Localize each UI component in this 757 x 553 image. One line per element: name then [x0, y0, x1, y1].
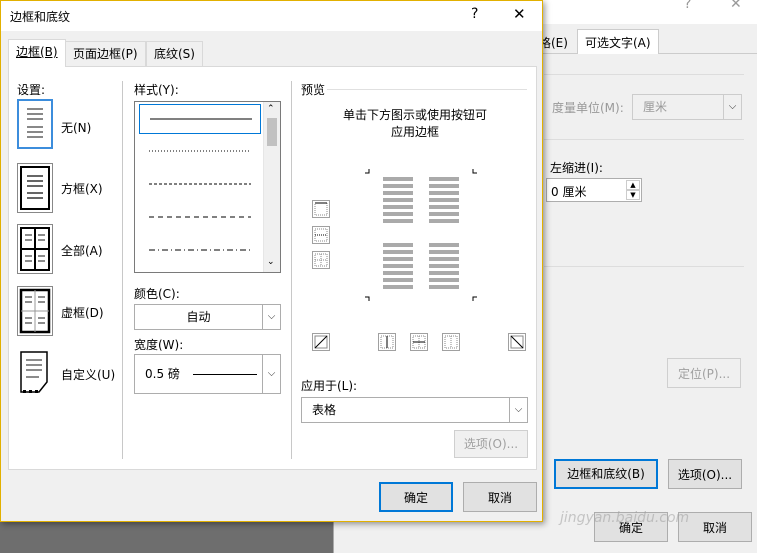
left-border-button-icon[interactable]: [378, 333, 396, 351]
setting-grid-icon[interactable]: [17, 286, 53, 336]
spin-down-icon[interactable]: ▼: [626, 190, 640, 200]
scroll-down-icon[interactable]: ⌄: [267, 257, 275, 267]
measure-unit-value: 厘米: [643, 100, 668, 114]
divider: [544, 74, 744, 75]
setting-all-label[interactable]: 全部(A): [61, 242, 103, 259]
scroll-up-icon[interactable]: ⌃: [267, 104, 275, 114]
setting-box-label[interactable]: 方框(X): [61, 180, 103, 197]
right-border-button-icon[interactable]: [442, 333, 460, 351]
preview-label: 预览: [301, 83, 326, 97]
dialog-title: 边框和底纹: [10, 10, 71, 24]
chevron-down-icon: ⌵: [262, 355, 280, 393]
apply-to-select[interactable]: 表格 ⌵: [301, 397, 528, 423]
style-scrollbar[interactable]: ⌃ ⌄: [263, 102, 280, 272]
close-icon[interactable]: ✕: [513, 5, 526, 23]
apply-to-value: 表格: [312, 403, 337, 417]
preview-hint: 单击下方图示或使用按钮可 应用边框: [301, 107, 529, 141]
tab-borders[interactable]: 边框(B): [8, 39, 66, 67]
borders-shading-dialog: 边框和底纹 ? ✕ 边框(B) 页面边框(P) 底纹(S) 设置: 无(N) 方…: [0, 0, 543, 522]
setting-custom-icon[interactable]: [17, 348, 53, 398]
column-divider: [122, 81, 123, 459]
ok-button[interactable]: 确定: [379, 482, 453, 512]
setting-none-label[interactable]: 无(N): [61, 119, 91, 136]
column-divider: [291, 81, 292, 459]
options-button[interactable]: 选项(O)...: [454, 430, 528, 458]
divider: [544, 266, 744, 267]
background-tab-alt-text[interactable]: 可选文字(A): [577, 29, 659, 55]
left-indent-input[interactable]: 0 厘米 ▲ ▼: [546, 178, 642, 202]
diagonal-down-button-icon[interactable]: [508, 333, 526, 351]
apply-to-label: 应用于(L):: [301, 379, 358, 393]
measure-unit-select[interactable]: 厘米 ⌵: [632, 94, 742, 120]
tab-shading[interactable]: 底纹(S): [146, 41, 203, 66]
setting-grid-label[interactable]: 虚框(D): [61, 304, 104, 321]
style-option-dash-dot[interactable]: [139, 236, 261, 266]
divider: [327, 89, 527, 90]
preview-hint-line1: 单击下方图示或使用按钮可: [342, 108, 487, 122]
settings-label: 设置:: [17, 83, 46, 97]
help-icon[interactable]: ?: [471, 6, 478, 22]
scroll-thumb[interactable]: [267, 118, 277, 146]
style-listbox[interactable]: ⌃ ⌄: [134, 101, 281, 273]
setting-all-icon[interactable]: [17, 224, 53, 274]
left-indent-label: 左缩进(I):: [550, 161, 603, 175]
background-tab-row[interactable]: 格(E): [539, 34, 568, 51]
tab-page-border-label: 页面边框(P): [73, 47, 138, 61]
setting-box-icon[interactable]: [17, 163, 53, 213]
background-help-icon[interactable]: ?: [684, 0, 691, 12]
color-label: 颜色(C):: [134, 287, 180, 301]
setting-custom-label[interactable]: 自定义(U): [61, 366, 115, 383]
style-option-dash[interactable]: [139, 203, 261, 233]
borders-shading-button[interactable]: 边框和底纹(B): [554, 459, 658, 489]
top-border-button-icon[interactable]: [312, 200, 330, 218]
color-value: 自动: [186, 310, 211, 324]
width-select[interactable]: 0.5 磅 ⌵: [134, 354, 281, 394]
watermark: jingyan.baidu.com: [560, 510, 690, 526]
inside-vertical-button-icon[interactable]: [410, 333, 428, 351]
width-value: 0.5 磅: [145, 367, 180, 381]
cancel-button[interactable]: 取消: [463, 482, 537, 512]
chevron-down-icon: ⌵: [723, 95, 741, 119]
tab-page-border[interactable]: 页面边框(P): [65, 41, 146, 66]
spin-up-icon[interactable]: ▲: [626, 180, 640, 190]
setting-none-icon[interactable]: [17, 99, 53, 149]
tab-shading-label: 底纹(S): [154, 47, 195, 61]
width-label: 宽度(W):: [134, 338, 184, 352]
color-select[interactable]: 自动 ⌵: [134, 304, 281, 330]
width-sample-line: [193, 374, 257, 375]
bottom-border-button-icon[interactable]: [312, 251, 330, 269]
measure-unit-label: 度量单位(M):: [552, 101, 624, 115]
background-close-icon[interactable]: ✕: [730, 0, 742, 12]
tab-borders-label: 边框(B): [16, 45, 58, 59]
divider: [544, 139, 744, 140]
preview-hint-line2: 应用边框: [390, 125, 439, 139]
style-option-small-dash[interactable]: [139, 170, 261, 200]
chevron-down-icon: ⌵: [262, 305, 280, 329]
diagonal-up-button-icon[interactable]: [312, 333, 330, 351]
borders-panel: 设置: 无(N) 方框(X) 全部(A) 虚框(D) 自定义(U) 样式(Y):: [8, 66, 537, 470]
background-options-button[interactable]: 选项(O)...: [668, 459, 742, 489]
style-option-solid[interactable]: [139, 104, 261, 134]
title-bar: 边框和底纹 ? ✕: [1, 1, 542, 31]
position-button[interactable]: 定位(P)...: [667, 358, 741, 388]
style-label: 样式(Y):: [134, 83, 179, 97]
preview-area[interactable]: [365, 167, 477, 303]
chevron-down-icon: ⌵: [509, 398, 527, 422]
left-indent-value: 0 厘米: [551, 185, 587, 199]
inside-horizontal-button-icon[interactable]: [312, 226, 330, 244]
style-option-dotted[interactable]: [139, 137, 261, 167]
